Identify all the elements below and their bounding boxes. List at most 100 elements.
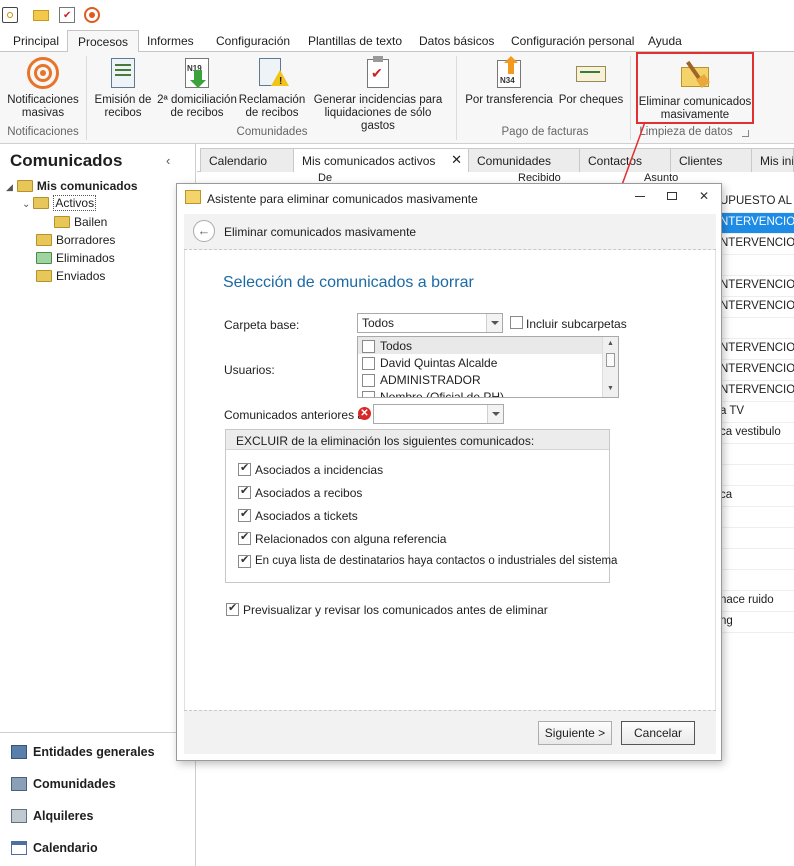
folder-icon: [16, 180, 33, 192]
doctab-mis-comunicados[interactable]: Mis comunicados activos ✕: [293, 148, 469, 172]
table-row[interactable]: UPUESTO AL PR: [718, 192, 794, 213]
reclamacion-recibos-button[interactable]: ! Reclamación de recibos: [238, 56, 306, 120]
usuario-checkbox[interactable]: [362, 357, 375, 370]
por-transferencia-button[interactable]: N34 Por transferencia: [462, 56, 556, 107]
tree-bailen[interactable]: Bailen: [54, 215, 107, 229]
drafts-icon: [36, 234, 52, 246]
tab-informes[interactable]: Informes: [147, 34, 194, 48]
carpeta-label: Carpeta base:: [224, 318, 300, 332]
excluir-referencia-checkbox[interactable]: [238, 530, 251, 545]
table-row[interactable]: NTERVENCION: [718, 213, 794, 234]
notificaciones-masivas-button[interactable]: Notificaciones masivas: [4, 56, 82, 120]
table-row[interactable]: NTERVENCION: [718, 234, 794, 255]
emision-recibos-button[interactable]: Emisión de recibos: [90, 56, 156, 120]
usuarios-list[interactable]: Todos David Quintas Alcalde ADMINISTRADO…: [357, 336, 619, 398]
tab-plantillas[interactable]: Plantillas de texto: [308, 34, 402, 48]
cancelar-button[interactable]: Cancelar: [621, 721, 695, 745]
excluir-tickets-checkbox[interactable]: [238, 507, 251, 522]
app-icon[interactable]: [2, 7, 18, 23]
table-row[interactable]: [718, 549, 794, 570]
carpeta-select[interactable]: Todos: [357, 313, 503, 333]
usuario-checkbox[interactable]: [362, 391, 375, 397]
eliminar-comunicados-button[interactable]: Eliminar comunicados masivamente: [636, 52, 754, 124]
table-row[interactable]: ca vestibulo: [718, 423, 794, 444]
doctab-calendario[interactable]: Calendario: [200, 148, 294, 172]
usuario-checkbox[interactable]: [362, 374, 375, 387]
close-icon[interactable]: ✕: [451, 152, 462, 168]
tree-activos[interactable]: ⌄ Activos: [22, 195, 97, 211]
table-row[interactable]: [718, 570, 794, 591]
group-launcher-icon[interactable]: [742, 130, 749, 137]
table-row[interactable]: [718, 465, 794, 486]
group-notificaciones: Notificaciones: [7, 126, 79, 138]
anteriores-date-picker[interactable]: [373, 404, 504, 424]
doctab-mis-inicios[interactable]: Mis inici: [751, 148, 794, 172]
tree-enviados[interactable]: Enviados: [36, 269, 105, 283]
nav-comunidades[interactable]: Comunidades: [0, 769, 196, 801]
dialog-titlebar: Asistente para eliminar comunicados masi…: [177, 184, 721, 212]
por-cheques-button[interactable]: Por cheques: [558, 56, 624, 107]
table-row[interactable]: NTERVENCION: [718, 297, 794, 318]
nav-alquileres[interactable]: Alquileres: [0, 801, 196, 833]
close-icon[interactable]: ✕: [699, 189, 709, 203]
tab-ayuda[interactable]: Ayuda: [648, 34, 682, 48]
broom-envelope-icon: [185, 190, 201, 204]
document-tabs: Calendario Mis comunicados activos ✕ Comu…: [197, 148, 794, 172]
previsualizar-label: Previsualizar y revisar los comunicados …: [243, 603, 548, 617]
table-row[interactable]: ca: [718, 486, 794, 507]
doctab-comunidades[interactable]: Comunidades: [468, 148, 580, 172]
excluir-recibos-checkbox[interactable]: [238, 484, 251, 499]
tab-procesos[interactable]: Procesos: [67, 30, 140, 53]
table-row[interactable]: NTERVENCION: [718, 381, 794, 402]
warning-receipt-icon: !: [255, 56, 289, 90]
table-row[interactable]: a TV: [718, 402, 794, 423]
tree-eliminados[interactable]: Eliminados: [36, 251, 115, 265]
tasks-icon[interactable]: ✔: [59, 7, 75, 23]
broadcast-icon[interactable]: [84, 7, 100, 23]
table-row[interactable]: NTERVENCION: [718, 339, 794, 360]
segunda-domiciliacion-button[interactable]: N19 2ª domiciliación de recibos: [157, 56, 237, 120]
excluir-group: EXCLUIR de la eliminación los siguientes…: [225, 429, 617, 583]
table-row[interactable]: [718, 318, 794, 339]
sent-folder-icon: [36, 270, 52, 282]
minimize-icon[interactable]: [635, 196, 645, 197]
excluir-destinatarios-checkbox[interactable]: [238, 553, 251, 568]
broadcast-icon: [26, 56, 60, 90]
list-item: ADMINISTRADOR: [380, 373, 481, 387]
table-row[interactable]: nace ruido: [718, 591, 794, 612]
scrollbar[interactable]: ▲ ▼: [602, 337, 618, 397]
chevron-down-icon[interactable]: [486, 314, 502, 332]
previsualizar-checkbox[interactable]: [226, 601, 239, 616]
table-row[interactable]: NTERVENCION: [718, 360, 794, 381]
collapse-icon[interactable]: ‹: [166, 153, 170, 168]
broom-envelope-icon: [678, 58, 712, 92]
back-icon[interactable]: ←: [193, 220, 215, 242]
table-row[interactable]: [718, 507, 794, 528]
chevron-down-icon[interactable]: [487, 405, 503, 423]
tree-borradores[interactable]: Borradores: [36, 233, 115, 247]
excluir-referencia-label: Relacionados con alguna referencia: [255, 532, 447, 546]
tab-principal[interactable]: Principal: [13, 34, 59, 48]
incluir-subcarpetas-checkbox[interactable]: [510, 316, 523, 329]
nav-entidades-generales[interactable]: Entidades generales: [0, 737, 196, 769]
tab-datos-basicos[interactable]: Datos básicos: [419, 34, 494, 48]
tab-configuracion-personal[interactable]: Configuración personal: [511, 34, 634, 48]
doctab-clientes[interactable]: Clientes: [670, 148, 752, 172]
table-row[interactable]: NTERVENCION: [718, 276, 794, 297]
table-row[interactable]: [718, 444, 794, 465]
table-row[interactable]: [718, 528, 794, 549]
ribbon-separator: [456, 56, 457, 140]
maximize-icon[interactable]: [667, 192, 677, 200]
nav-calendario[interactable]: Calendario: [0, 833, 196, 865]
rental-icon: [11, 809, 27, 823]
tree-mis-comunicados[interactable]: ◢ Mis comunicados: [6, 179, 138, 193]
generar-incidencias-button[interactable]: ✔ Generar incidencias para liquidaciones…: [308, 56, 448, 133]
table-row[interactable]: ng: [718, 612, 794, 633]
usuario-checkbox[interactable]: [362, 340, 375, 353]
tab-configuracion[interactable]: Configuración: [216, 34, 290, 48]
siguiente-button[interactable]: Siguiente >: [538, 721, 612, 745]
table-row[interactable]: [718, 255, 794, 276]
left-panel: Comunicados ‹ ◢ Mis comunicados ⌄ Activos …: [0, 144, 196, 866]
mail-icon[interactable]: [33, 10, 49, 21]
excluir-incidencias-checkbox[interactable]: [238, 461, 251, 476]
